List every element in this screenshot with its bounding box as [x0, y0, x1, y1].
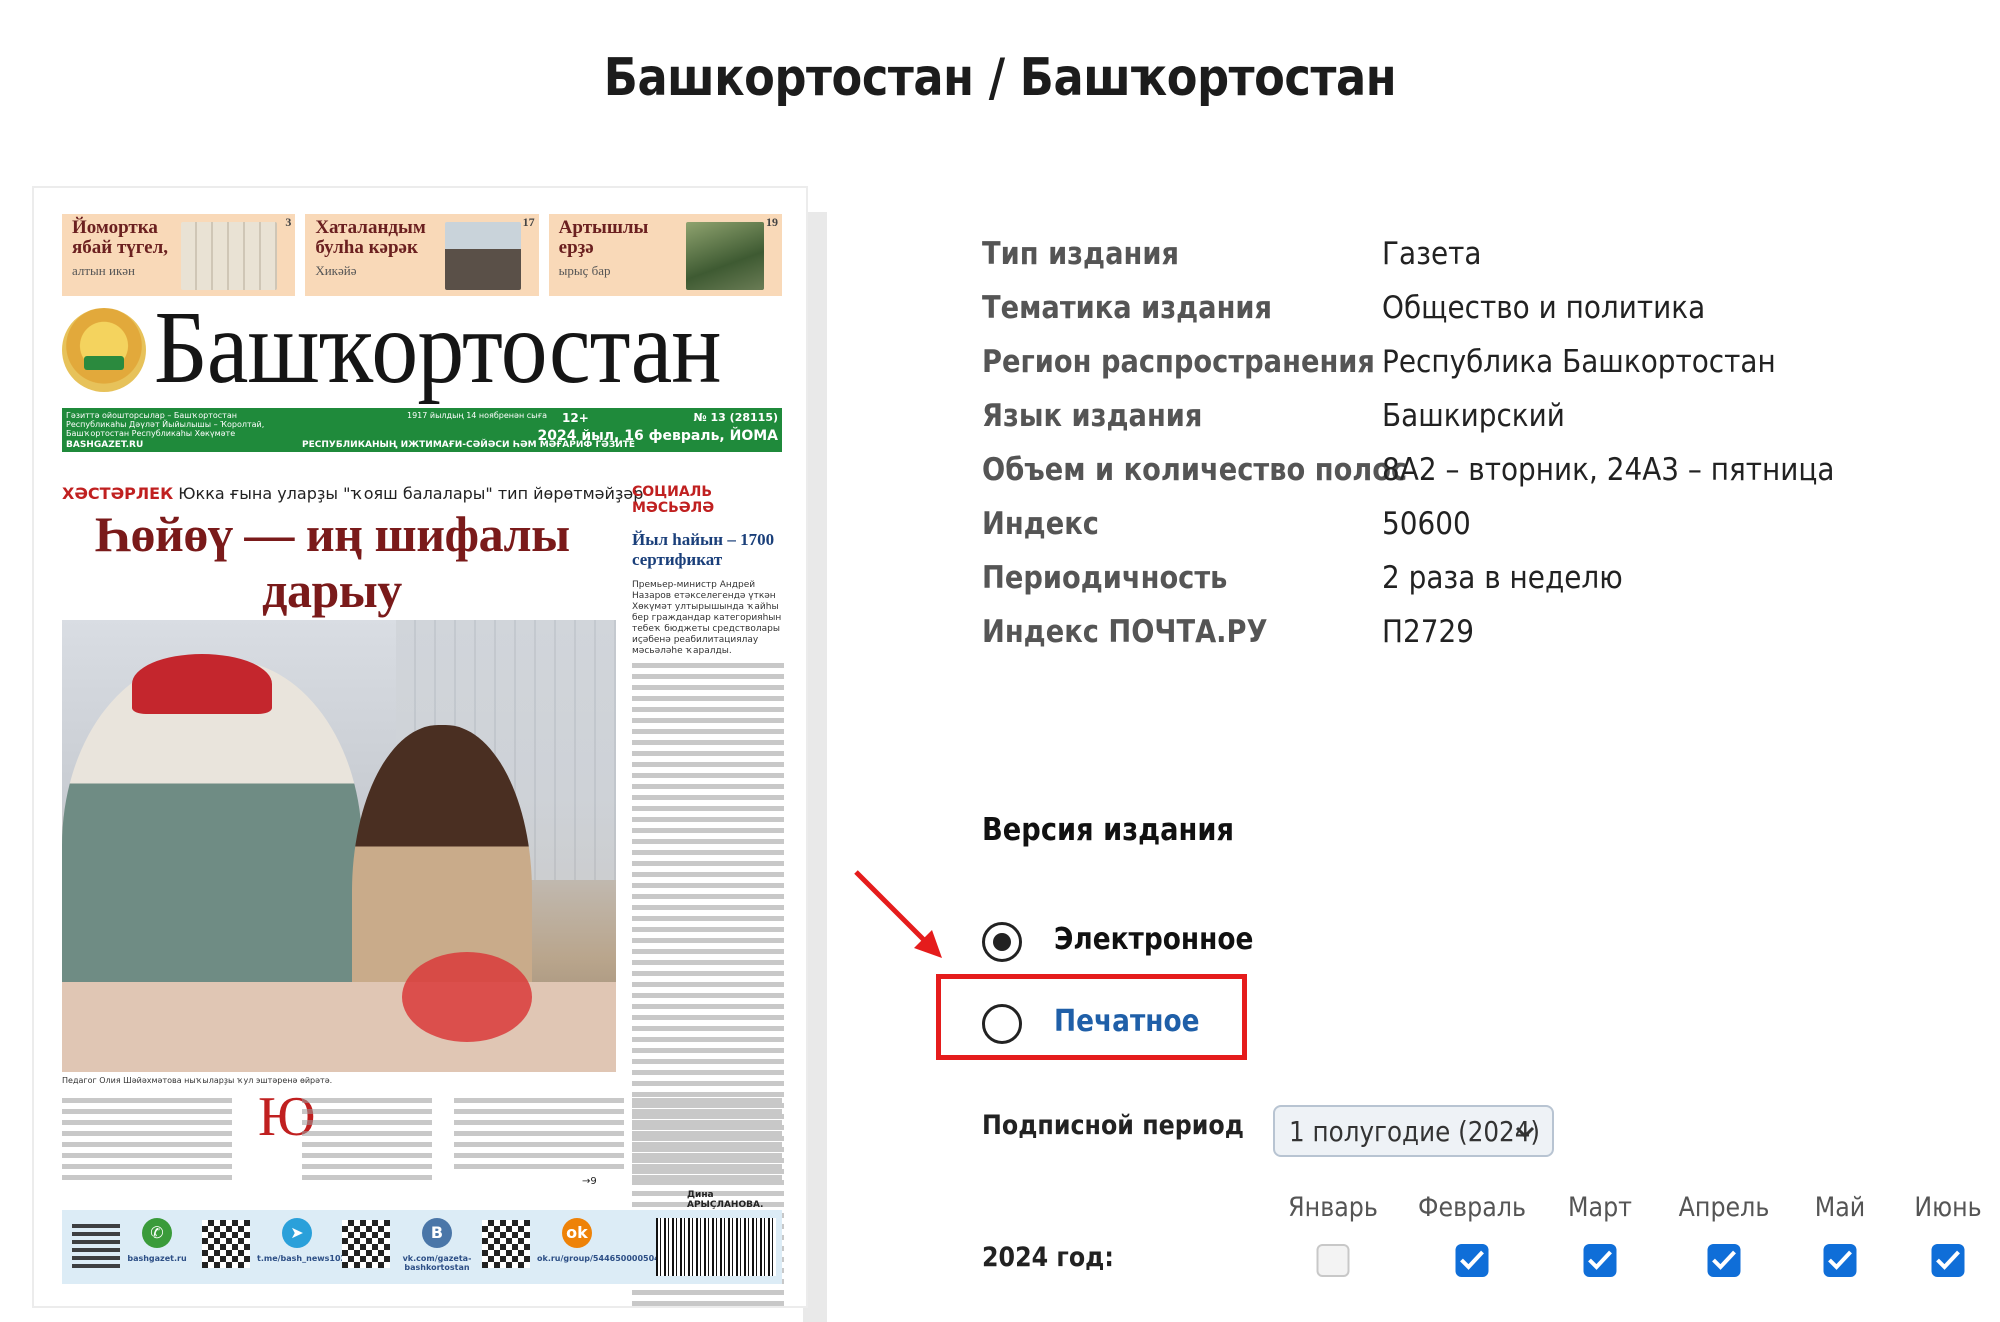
radio-electronic-label[interactable]: Электронное: [1054, 922, 1253, 957]
masthead-info-bar: Гәзиттә ойошторсылар – Башҡортостан Респ…: [62, 408, 782, 452]
main-headline: Һөйөү — иң шифалы дарыу: [94, 506, 570, 618]
info-value: Башкирский: [1382, 398, 1565, 434]
teaser-image: [444, 222, 521, 290]
footer-link-label: t.me/bash_news102: [257, 1254, 347, 1263]
check-icon: [1828, 1250, 1852, 1270]
year-label: 2024 год:: [982, 1242, 1114, 1273]
masthead-title: Башҡортостан: [154, 290, 722, 405]
info-key: Периодичность: [982, 560, 1228, 596]
teaser-sub: Хикәйә: [315, 263, 357, 278]
check-icon: [1936, 1250, 1960, 1270]
check-icon: [1460, 1250, 1484, 1270]
month-label-february: Февраль: [1418, 1192, 1526, 1223]
side-rubric: СОЦИАЛЬ МӘСЬӘЛӘ: [632, 484, 715, 516]
info-value: Газета: [1382, 236, 1482, 272]
info-value: 2 раза в неделю: [1382, 560, 1623, 596]
checkbox-april[interactable]: [1707, 1244, 1741, 1277]
teaser-title: Артышлы ерҙә: [558, 217, 649, 258]
age-rating: 12+: [562, 411, 589, 425]
rubric-label: ХӘСТӘРЛЕК: [62, 484, 174, 503]
telegram-icon: ➤: [282, 1218, 312, 1248]
article-author: Дина АРЫҪЛАНОВА.: [687, 1190, 764, 1210]
footer-link-label: vk.com/gazeta-bashkortostan: [402, 1254, 472, 1272]
masthead: Башҡортостан: [62, 290, 782, 405]
footer-link-label: ok.ru/group/54465000050413: [537, 1254, 671, 1263]
period-select[interactable]: 1 полугодие (2024): [1273, 1105, 1554, 1157]
teaser-page: 19: [765, 215, 778, 229]
ok-icon: ok: [562, 1218, 592, 1248]
month-label-may: Май: [1814, 1192, 1866, 1223]
radio-print[interactable]: [982, 1004, 1022, 1044]
rubric-text: Юкка ғына уларҙы "ҡояш балалары" тип йөр…: [178, 484, 644, 503]
side-headline: Йыл һайын – 1700 сертификат: [632, 530, 775, 569]
radio-selected-dot: [993, 933, 1011, 951]
teaser-title: Хаталандым булһа кәрәк: [315, 217, 426, 258]
since-text: 1917 йылдың 14 ноябренән сыға: [407, 411, 548, 420]
month-label-april: Апрель: [1678, 1192, 1770, 1223]
radio-electronic[interactable]: [982, 922, 1022, 962]
info-value: Общество и политика: [1382, 290, 1706, 326]
main-rubric: ХӘСТӘРЛЕК Юкка ғына уларҙы "ҡояш балалар…: [62, 484, 643, 503]
info-key: Регион распространения: [982, 344, 1375, 380]
teaser-3: Артышлы ерҙә ырыҫ бар 19: [548, 214, 782, 296]
info-value: 50600: [1382, 506, 1471, 542]
checkbox-march[interactable]: [1583, 1244, 1617, 1277]
period-label: Подписной период: [982, 1110, 1244, 1141]
info-key: Объем и количество полос: [982, 452, 1408, 488]
checkbox-february[interactable]: [1455, 1244, 1489, 1277]
info-value: П2729: [1382, 614, 1474, 650]
radio-print-label[interactable]: Печатное: [1054, 1004, 1200, 1039]
teaser-1: Йомортка ябай түгел, алтын икән 3: [62, 214, 296, 296]
cover-footer: ✆ bashgazet.ru ➤ t.me/bash_news102 B vk.…: [62, 1210, 782, 1284]
info-key: Индекс: [982, 506, 1099, 542]
month-label-march: Март: [1568, 1192, 1632, 1223]
check-icon: [1712, 1250, 1736, 1270]
issue-date: 2024 йыл, 16 февраль, ЙОМА: [537, 428, 778, 444]
vk-icon: B: [422, 1218, 452, 1248]
newspaper-cover: Йомортка ябай түгел, алтын икән 3 Хатала…: [32, 186, 808, 1308]
site-text: BASHGAZET.RU: [66, 440, 144, 450]
info-value: Республика Башкортостан: [1382, 344, 1776, 380]
teaser-image: [685, 222, 764, 290]
teaser-title: Йомортка ябай түгел,: [72, 217, 169, 258]
cover-photo: [62, 620, 616, 1072]
footer-link-label: bashgazet.ru: [127, 1254, 187, 1263]
checkbox-june[interactable]: [1931, 1244, 1965, 1277]
info-key: Индекс ПОЧТА.РУ: [982, 614, 1268, 650]
founders-text: Гәзиттә ойошторсылар – Башҡортостан Респ…: [66, 411, 265, 438]
check-icon: [1588, 1250, 1612, 1270]
period-select-value: 1 полугодие (2024): [1289, 1115, 1541, 1148]
teaser-image: [181, 222, 278, 290]
version-title: Версия издания: [982, 812, 1235, 848]
info-key: Тематика издания: [982, 290, 1273, 326]
phone-icon: ✆: [142, 1218, 172, 1248]
side-lead: Премьер-министр Андрей Назаров етәкселег…: [632, 580, 782, 656]
teaser-page: 3: [285, 215, 292, 229]
qr-code-icon: [202, 1220, 250, 1268]
info-value: 8А2 – вторник, 24А3 – пятница: [1382, 452, 1835, 488]
issue-number: № 13 (28115): [693, 411, 778, 424]
barcode: [656, 1218, 776, 1276]
qr-code-icon: [482, 1220, 530, 1268]
month-label-january: Январь: [1288, 1192, 1378, 1223]
photo-caption: Педагог Олия Шәйәхмәтова ныҡыларҙы ҡул э…: [62, 1076, 333, 1085]
qr-code-icon: [72, 1220, 120, 1268]
cover-teasers: Йомортка ябай түгел, алтын икән 3 Хатала…: [62, 214, 782, 296]
teaser-sub: ырыҫ бар: [558, 263, 611, 278]
month-label-june: Июнь: [1914, 1192, 1982, 1223]
checkbox-january[interactable]: [1316, 1244, 1350, 1277]
info-key: Язык издания: [982, 398, 1203, 434]
teaser-page: 17: [522, 215, 535, 229]
arrow-pointer-icon: [854, 870, 942, 958]
emblem-icon: [62, 308, 146, 392]
article-columns: Ю →9 Дина АРЫҪЛАНОВА.: [62, 1089, 782, 1210]
page-title: Башкортостан / Башҡортостан: [603, 48, 1397, 108]
checkbox-may[interactable]: [1823, 1244, 1857, 1277]
qr-code-icon: [342, 1220, 390, 1268]
info-key: Тип издания: [982, 236, 1179, 272]
teaser-sub: алтын икән: [72, 263, 135, 278]
teaser-2: Хаталандым булһа кәрәк Хикәйә 17: [305, 214, 539, 296]
continue-mark: →9: [582, 1176, 597, 1187]
chevron-down-icon: [1515, 1126, 1535, 1139]
